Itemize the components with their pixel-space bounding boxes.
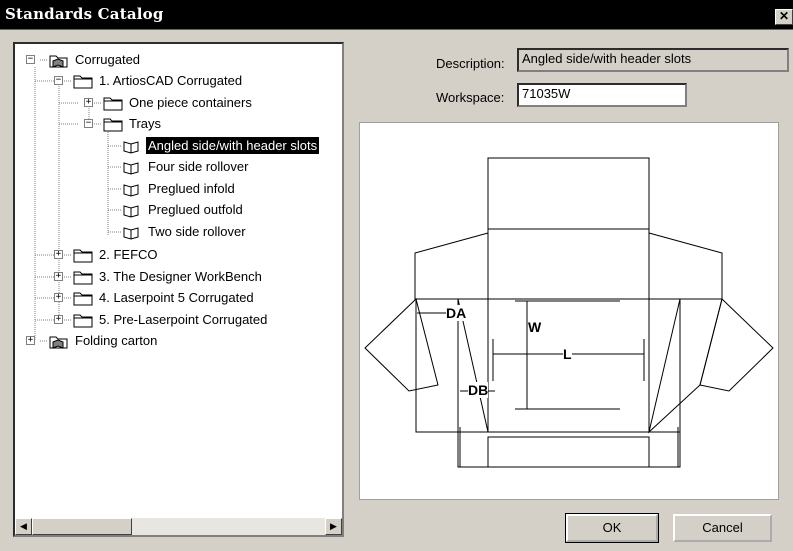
design-preview: DA W L DB bbox=[359, 122, 779, 500]
tree-item-label: Trays bbox=[129, 116, 162, 131]
tree-toggle[interactable]: − bbox=[26, 55, 35, 64]
dimension-label-da: DA bbox=[446, 305, 467, 321]
scroll-left-button[interactable]: ◀ bbox=[15, 518, 32, 535]
tree-toggle[interactable]: + bbox=[54, 315, 63, 324]
folder-icon bbox=[73, 292, 93, 305]
dimension-label-w: W bbox=[528, 319, 542, 335]
tree-item-label: 2. FEFCO bbox=[99, 247, 158, 262]
catalog-tree[interactable]: − − + − + + + + + Corrugated 1. ArtiosCA… bbox=[13, 42, 344, 537]
folder-icon bbox=[73, 314, 93, 327]
tree-item-artioscad-corrugated[interactable]: 1. ArtiosCAD Corrugated bbox=[73, 71, 244, 90]
window-title: Standards Catalog bbox=[5, 5, 164, 23]
horizontal-scrollbar[interactable]: ◀ ▶ bbox=[15, 518, 342, 535]
tree-toggle[interactable]: − bbox=[84, 119, 93, 128]
tree-toggle[interactable]: + bbox=[54, 272, 63, 281]
arrow-right-icon: ▶ bbox=[330, 521, 337, 531]
tree-toggle[interactable]: + bbox=[54, 293, 63, 302]
tree-item-fefco[interactable]: 2. FEFCO bbox=[73, 245, 160, 264]
description-field: Angled side/with header slots bbox=[517, 48, 789, 72]
ok-button[interactable]: OK bbox=[565, 513, 659, 543]
tree-toggle[interactable]: + bbox=[84, 98, 93, 107]
tree-item-designer-workbench[interactable]: 3. The Designer WorkBench bbox=[73, 267, 264, 286]
tree-item-label: Angled side/with header slots bbox=[146, 137, 320, 154]
dimension-label-db: DB bbox=[468, 382, 489, 398]
open-book-icon bbox=[123, 183, 139, 197]
scroll-thumb[interactable] bbox=[32, 518, 132, 535]
tree-item-label: Four side rollover bbox=[148, 159, 249, 174]
workspace-label: Workspace: bbox=[436, 90, 505, 105]
folder-book-icon bbox=[49, 55, 68, 68]
tree-item-angled-side-header-slots[interactable]: Angled side/with header slots bbox=[122, 136, 320, 155]
folder-icon bbox=[73, 75, 93, 88]
folder-icon bbox=[73, 249, 93, 262]
tree-item-label: Preglued outfold bbox=[148, 202, 243, 217]
tray-diagram bbox=[364, 157, 774, 468]
folder-book-icon bbox=[49, 336, 68, 349]
tree-item-trays[interactable]: Trays bbox=[103, 114, 163, 133]
folder-icon bbox=[103, 97, 123, 110]
tree-item-label: Two side rollover bbox=[148, 224, 246, 239]
scroll-right-button[interactable]: ▶ bbox=[325, 518, 342, 535]
title-bar[interactable]: Standards Catalog ✕ bbox=[0, 0, 793, 30]
open-book-icon bbox=[123, 161, 139, 175]
description-label: Description: bbox=[436, 56, 505, 71]
folder-icon bbox=[73, 271, 93, 284]
open-book-icon bbox=[123, 226, 139, 240]
cancel-button[interactable]: Cancel bbox=[673, 514, 772, 542]
tree-item-label: Preglued infold bbox=[148, 181, 235, 196]
tree-item-label: One piece containers bbox=[129, 95, 252, 110]
tree-item-pre-laserpoint[interactable]: 5. Pre-Laserpoint Corrugated bbox=[73, 310, 269, 329]
tree-item-corrugated[interactable]: Corrugated bbox=[49, 50, 142, 69]
tree-item-label: 3. The Designer WorkBench bbox=[99, 269, 262, 284]
close-icon: ✕ bbox=[778, 9, 790, 23]
open-book-icon bbox=[123, 204, 139, 218]
arrow-left-icon: ◀ bbox=[20, 521, 27, 531]
close-button[interactable]: ✕ bbox=[775, 9, 793, 25]
tree-item-preglued-outfold[interactable]: Preglued outfold bbox=[122, 200, 245, 219]
tree-item-label: 4. Laserpoint 5 Corrugated bbox=[99, 290, 254, 305]
tree-item-folding-carton[interactable]: Folding carton bbox=[49, 331, 159, 350]
tree-item-label: 1. ArtiosCAD Corrugated bbox=[99, 73, 243, 88]
workspace-input[interactable]: 71035W bbox=[517, 83, 687, 107]
tree-toggle[interactable]: + bbox=[54, 250, 63, 259]
tree-item-label: Folding carton bbox=[75, 333, 158, 348]
tree-toggle[interactable]: + bbox=[26, 336, 35, 345]
tree-item-four-side-rollover[interactable]: Four side rollover bbox=[122, 157, 250, 176]
tree-item-preglued-infold[interactable]: Preglued infold bbox=[122, 179, 237, 198]
tree-item-laserpoint-5[interactable]: 4. Laserpoint 5 Corrugated bbox=[73, 288, 256, 307]
tree-item-label: Corrugated bbox=[75, 52, 141, 67]
folder-icon bbox=[103, 118, 123, 131]
open-book-icon bbox=[123, 140, 139, 154]
tree-item-two-side-rollover[interactable]: Two side rollover bbox=[122, 222, 248, 241]
dimension-label-l: L bbox=[563, 346, 572, 362]
tree-toggle[interactable]: − bbox=[54, 76, 63, 85]
tree-item-label: 5. Pre-Laserpoint Corrugated bbox=[99, 312, 268, 327]
tree-item-one-piece-containers[interactable]: One piece containers bbox=[103, 93, 254, 112]
